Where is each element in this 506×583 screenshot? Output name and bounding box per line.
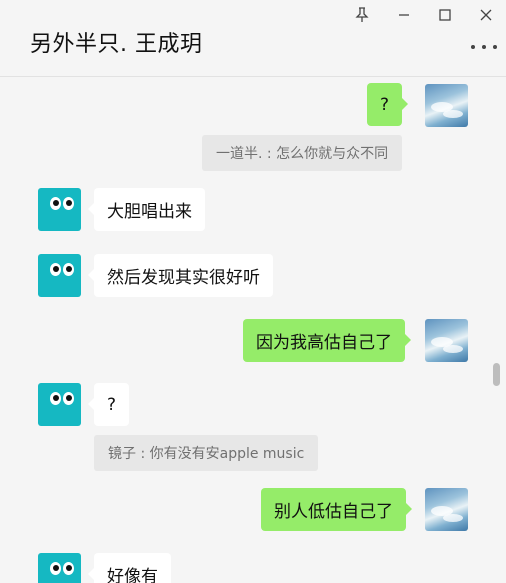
avatar[interactable] (38, 254, 81, 297)
message-bubble[interactable]: ? (367, 83, 409, 126)
avatar[interactable] (38, 188, 81, 231)
message-row: ? (0, 78, 506, 138)
scrollbar-thumb[interactable] (493, 363, 500, 386)
message-row: 然后发现其实很好听 (0, 254, 506, 304)
message-row: ? (0, 383, 506, 433)
avatar[interactable] (425, 84, 468, 127)
more-dots-icon[interactable] (471, 40, 497, 54)
message-bubble[interactable]: 别人低估自己了 (261, 488, 412, 531)
avatar[interactable] (38, 553, 81, 583)
avatar[interactable] (425, 488, 468, 531)
minimize-icon[interactable] (390, 4, 418, 26)
close-icon[interactable] (472, 4, 500, 26)
message-row: 别人低估自己了 (0, 488, 506, 538)
message-bubble[interactable]: 大胆唱出来 (88, 188, 205, 231)
pin-icon[interactable] (348, 4, 376, 26)
quoted-message[interactable]: 镜子 : 你有没有安apple music (94, 435, 319, 471)
message-list[interactable]: ? 一道半. : 怎么你就与众不同 大胆唱出来 然后发现其实很好听 因为我高估自… (0, 78, 506, 583)
message-row: 好像有 (0, 553, 506, 583)
message-bubble[interactable]: 因为我高估自己了 (243, 319, 411, 362)
message-bubble[interactable]: 然后发现其实很好听 (88, 254, 273, 297)
message-bubble[interactable]: ? (87, 383, 130, 426)
maximize-icon[interactable] (431, 4, 459, 26)
chat-title: 另外半只. 王成玥 (30, 32, 203, 57)
chat-header: 另外半只. 王成玥 (0, 0, 506, 77)
message-bubble[interactable]: 好像有 (88, 553, 171, 583)
message-row: 大胆唱出来 (0, 188, 506, 238)
chat-window: 另外半只. 王成玥 ? 一道半. : 怎么你就与众不同 大胆唱出来 然后发现其实… (0, 0, 506, 583)
avatar[interactable] (425, 319, 468, 362)
avatar[interactable] (38, 383, 81, 426)
message-row: 因为我高估自己了 (0, 319, 506, 369)
quoted-message[interactable]: 一道半. : 怎么你就与众不同 (202, 135, 403, 171)
